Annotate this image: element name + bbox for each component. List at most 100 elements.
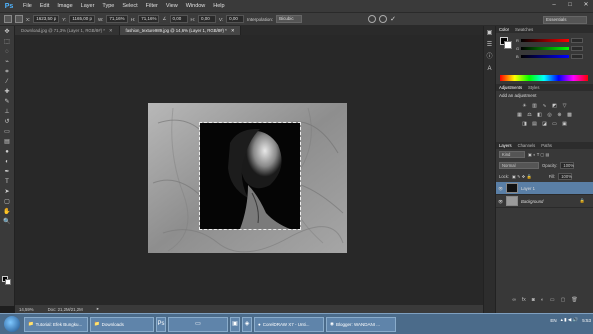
brightness-icon[interactable]: ☀ bbox=[521, 103, 528, 109]
status-menu-arrow[interactable]: ▸ bbox=[97, 306, 99, 312]
crop-tool-icon[interactable]: ⌗ bbox=[2, 68, 12, 76]
menu-layer[interactable]: Layer bbox=[77, 3, 99, 9]
photo-filter-icon[interactable]: ◎ bbox=[546, 112, 553, 118]
visibility-eye-icon[interactable]: 👁 bbox=[498, 199, 503, 204]
eyedropper-tool-icon[interactable]: ⁄ bbox=[2, 78, 12, 86]
vibrance-icon[interactable]: ▽ bbox=[561, 103, 568, 109]
new-group-icon[interactable]: ▭ bbox=[550, 297, 555, 304]
menu-type[interactable]: Type bbox=[98, 3, 118, 9]
history-brush-icon[interactable]: ↺ bbox=[2, 118, 12, 126]
taskbar-app-icon[interactable]: ▣ bbox=[230, 316, 240, 332]
new-layer-icon[interactable]: ▢ bbox=[561, 297, 566, 304]
info-panel-icon[interactable]: ⓘ bbox=[485, 53, 494, 62]
fill-field[interactable]: 100% bbox=[558, 173, 573, 180]
history-panel-icon[interactable]: ▣ bbox=[485, 29, 494, 38]
color-lookup-icon[interactable]: ▩ bbox=[566, 112, 573, 118]
gradient-map-icon[interactable]: ▭ bbox=[551, 121, 558, 127]
layer-mask-icon[interactable]: ◙ bbox=[532, 297, 535, 304]
channel-mixer-icon[interactable]: ⊕ bbox=[556, 112, 563, 118]
type-tool-icon[interactable]: T bbox=[2, 178, 12, 186]
tab-color[interactable]: Color bbox=[499, 26, 509, 33]
tab-close-icon[interactable]: ✕ bbox=[231, 28, 235, 33]
hue-saturation-icon[interactable]: ▦ bbox=[516, 112, 523, 118]
link-layers-icon[interactable]: ∞ bbox=[512, 297, 516, 304]
levels-icon[interactable]: ▥ bbox=[531, 103, 538, 109]
clock[interactable]: 5:53 bbox=[582, 318, 591, 323]
quick-select-tool-icon[interactable]: ⌁ bbox=[2, 58, 12, 66]
properties-panel-icon[interactable]: ☰ bbox=[485, 41, 494, 50]
menu-select[interactable]: Select bbox=[118, 3, 141, 9]
document-canvas[interactable] bbox=[148, 103, 347, 253]
hskew-field[interactable]: 0,00 bbox=[198, 15, 216, 23]
red-slider[interactable] bbox=[520, 39, 569, 42]
transform-tool-icon[interactable] bbox=[4, 15, 12, 23]
marquee-tool-icon[interactable]: ⬚ bbox=[2, 38, 12, 46]
taskbar-app-icon[interactable]: ▭ bbox=[168, 316, 228, 332]
posterize-icon[interactable]: ▤ bbox=[531, 121, 538, 127]
taskbar-item-downloads[interactable]: 📁 Downloads bbox=[90, 316, 154, 332]
cancel-transform-icon[interactable] bbox=[379, 15, 388, 23]
close-button[interactable]: ✕ bbox=[581, 1, 591, 9]
color-balance-icon[interactable]: ⚖ bbox=[526, 112, 533, 118]
red-value-field[interactable] bbox=[570, 38, 583, 43]
menu-image[interactable]: Image bbox=[53, 3, 76, 9]
blue-slider-row[interactable]: B bbox=[516, 54, 590, 59]
blue-slider[interactable] bbox=[520, 55, 569, 58]
path-select-tool-icon[interactable]: ➤ bbox=[2, 188, 12, 196]
blue-value-field[interactable] bbox=[570, 54, 583, 59]
dodge-tool-icon[interactable]: ◐ bbox=[2, 158, 12, 166]
tab-download[interactable]: Download.jpg @ 71,3% (Layer 1, RGB/8#) *… bbox=[15, 26, 120, 35]
exposure-icon[interactable]: ◩ bbox=[551, 103, 558, 109]
width-field[interactable]: 71,16% bbox=[106, 15, 128, 23]
character-panel-icon[interactable]: A bbox=[485, 65, 494, 74]
workspace-select[interactable]: Essentials bbox=[543, 16, 587, 24]
new-adjustment-icon[interactable]: ◐ bbox=[541, 297, 544, 304]
green-slider[interactable] bbox=[521, 47, 570, 50]
blend-mode-select[interactable]: Normal bbox=[499, 162, 539, 169]
taskbar-item-blogger[interactable]: ◉ Blogger: WANDANI ... bbox=[326, 316, 396, 332]
color-spectrum-ramp[interactable] bbox=[500, 75, 588, 81]
menu-help[interactable]: Help bbox=[209, 3, 228, 9]
maximize-button[interactable]: □ bbox=[565, 1, 575, 9]
tab-styles[interactable]: Styles bbox=[528, 84, 539, 91]
reference-point-icon[interactable] bbox=[15, 15, 23, 23]
height-field[interactable]: 71,16% bbox=[138, 15, 160, 23]
transform-bounding-box[interactable] bbox=[199, 122, 301, 230]
green-value-field[interactable] bbox=[571, 46, 584, 51]
shape-tool-icon[interactable]: ▢ bbox=[2, 198, 12, 206]
tab-swatches[interactable]: Swatches bbox=[515, 26, 533, 33]
language-indicator[interactable]: EN bbox=[550, 318, 556, 323]
zoom-level[interactable]: 14,59% bbox=[19, 307, 34, 312]
taskbar-app-icon[interactable]: ◈ bbox=[242, 316, 252, 332]
layer-row-layer-1[interactable]: 👁 Layer 1 bbox=[496, 182, 593, 195]
warp-icon[interactable] bbox=[368, 15, 377, 23]
background-color-swatch[interactable] bbox=[5, 279, 11, 285]
threshold-icon[interactable]: ◪ bbox=[541, 121, 548, 127]
red-slider-row[interactable]: R bbox=[516, 38, 590, 43]
move-tool-icon[interactable]: ✥ bbox=[2, 28, 12, 36]
delete-layer-icon[interactable]: 🗑 bbox=[571, 297, 577, 304]
zoom-tool-icon[interactable]: 🔍 bbox=[2, 218, 12, 226]
selective-color-icon[interactable]: ▣ bbox=[561, 121, 568, 127]
vskew-field[interactable]: 0,00 bbox=[226, 15, 245, 23]
blur-tool-icon[interactable]: ● bbox=[2, 148, 12, 156]
menu-filter[interactable]: Filter bbox=[142, 3, 162, 9]
brush-tool-icon[interactable]: ✎ bbox=[2, 98, 12, 106]
start-button[interactable] bbox=[4, 316, 20, 332]
invert-icon[interactable]: ◨ bbox=[521, 121, 528, 127]
filter-icons[interactable]: ▣ ◐ T ▢ ▤ bbox=[528, 152, 549, 157]
x-field[interactable]: 1623,50 p bbox=[33, 15, 60, 23]
tab-adjustments[interactable]: Adjustments bbox=[499, 84, 522, 91]
hand-tool-icon[interactable]: ✋ bbox=[2, 208, 12, 216]
lasso-tool-icon[interactable]: ◌ bbox=[2, 48, 12, 56]
panel-background-swatch[interactable] bbox=[504, 41, 512, 49]
healing-tool-icon[interactable]: ✚ bbox=[2, 88, 12, 96]
taskbar-item-coreldraw[interactable]: ● CorelDRAW X7 - Unti... bbox=[254, 316, 324, 332]
tab-paths[interactable]: Paths bbox=[541, 142, 552, 149]
gradient-tool-icon[interactable]: ▤ bbox=[2, 138, 12, 146]
layer-style-icon[interactable]: fx bbox=[522, 297, 526, 304]
tab-layers[interactable]: Layers bbox=[499, 142, 512, 149]
pen-tool-icon[interactable]: ✒ bbox=[2, 168, 12, 176]
layer-row-background[interactable]: 👁 Background 🔒 bbox=[496, 195, 593, 208]
curves-icon[interactable]: ∿ bbox=[541, 103, 548, 109]
